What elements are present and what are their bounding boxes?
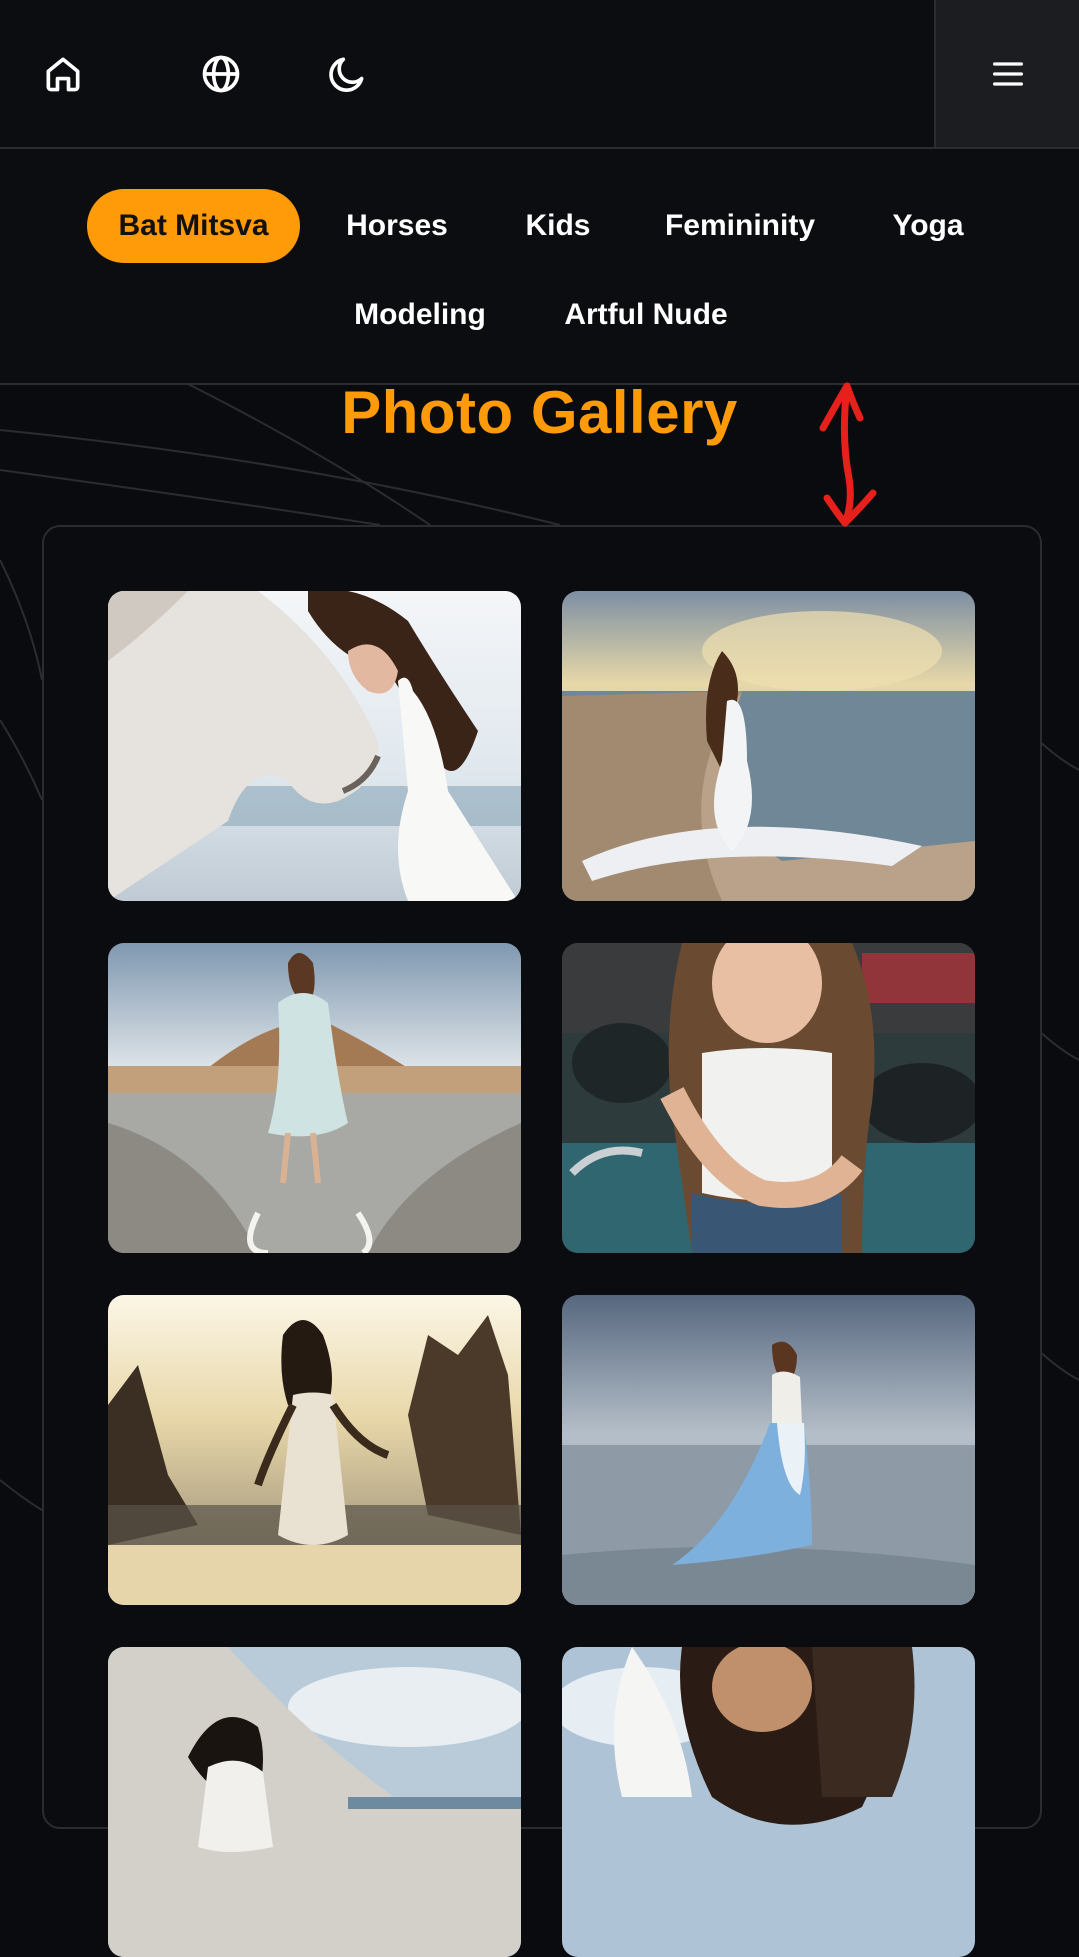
- tab-artful-nude[interactable]: Artful Nude: [554, 278, 738, 352]
- tab-horses[interactable]: Horses: [332, 189, 462, 263]
- menu-button[interactable]: [934, 0, 1079, 147]
- gallery-photo[interactable]: [108, 591, 521, 901]
- menu-icon: [992, 61, 1023, 86]
- gallery-photo[interactable]: [562, 1647, 975, 1957]
- gallery-photo[interactable]: [108, 943, 521, 1253]
- tab-femininity[interactable]: Femininity: [652, 189, 828, 263]
- gallery-photo[interactable]: [562, 943, 975, 1253]
- gallery-panel: [42, 525, 1042, 1957]
- home-icon[interactable]: [34, 45, 92, 103]
- tab-bat-mitsva[interactable]: Bat Mitsva: [87, 189, 300, 263]
- gallery-photo[interactable]: [562, 591, 975, 901]
- tab-modeling[interactable]: Modeling: [342, 278, 498, 352]
- gallery-photo[interactable]: [562, 1295, 975, 1605]
- globe-icon[interactable]: [192, 45, 250, 103]
- moon-icon[interactable]: [318, 45, 376, 103]
- double-arrow-annotation: [819, 382, 877, 527]
- top-bar: [0, 0, 1079, 149]
- gallery-photo[interactable]: [108, 1647, 521, 1957]
- category-tabs: Bat Mitsva Horses Kids Femininity Yoga M…: [0, 149, 1079, 385]
- gallery-photo[interactable]: [108, 1295, 521, 1605]
- tab-kids[interactable]: Kids: [512, 189, 604, 263]
- tab-yoga[interactable]: Yoga: [880, 189, 976, 263]
- gallery-title: Photo Gallery: [341, 379, 738, 446]
